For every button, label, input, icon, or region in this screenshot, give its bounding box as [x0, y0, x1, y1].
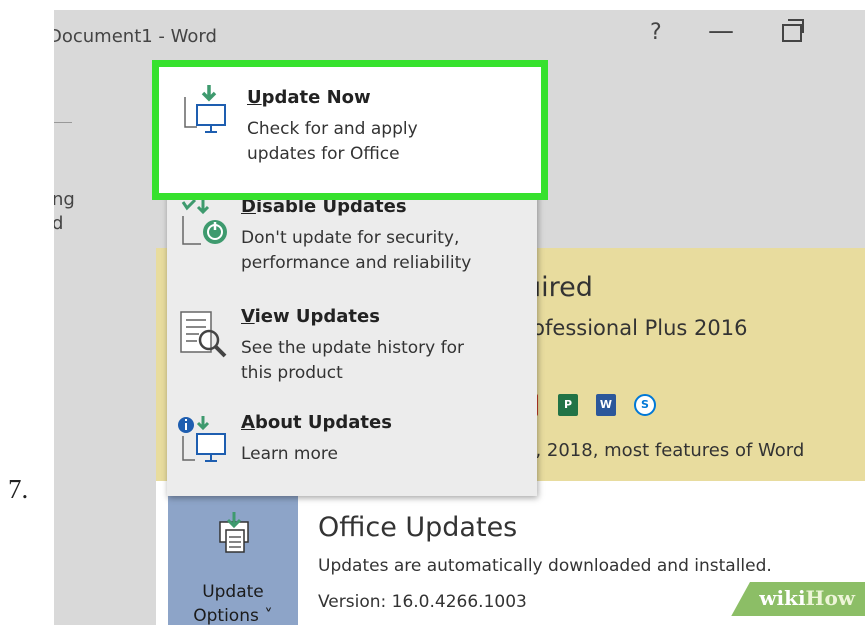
update-options-label-1: Update	[202, 582, 264, 602]
update-now-desc-line-1: Check for and apply	[247, 119, 418, 139]
about-updates-accel: A	[241, 412, 255, 433]
minimize-button[interactable]: —	[708, 16, 734, 46]
restore-button[interactable]	[782, 19, 804, 42]
view-updates-accel: V	[241, 306, 255, 327]
disable-updates-description: Don't update for security, performance a…	[241, 226, 531, 276]
window-title: Document1 - Word	[54, 26, 217, 47]
office-updates-description: Updates are automatically downloaded and…	[318, 556, 772, 576]
update-download-icon	[219, 512, 249, 553]
about-updates-title-rest: bout Updates	[254, 412, 392, 433]
skype-icon: S	[634, 394, 656, 416]
word-window: Document1 - Word ? — ng d uired rofessio…	[54, 10, 865, 625]
about-updates-title: About Updates	[241, 412, 392, 433]
about-desc-line-1: Learn more	[241, 444, 338, 464]
view-updates-icon	[180, 311, 227, 358]
menu-item-view-updates[interactable]: View Updates See the update history for …	[167, 306, 537, 412]
watermark-wiki: wiki	[759, 586, 806, 610]
update-now-title: Update Now	[247, 87, 371, 108]
clipped-line-2: d	[54, 213, 64, 234]
clipped-line-1: ng	[54, 189, 75, 210]
update-now-desc-line-2: updates for Office	[247, 144, 400, 164]
about-updates-icon	[178, 416, 226, 462]
update-now-icon	[184, 85, 226, 133]
step-number: 7.	[8, 474, 29, 504]
view-updates-title-rest: iew Updates	[254, 306, 380, 327]
clipped-side-text: ng d	[54, 188, 75, 236]
help-button[interactable]: ?	[650, 20, 662, 45]
license-date-text: 5, 2018, most features of Word	[524, 440, 805, 461]
office-version: Version: 16.0.4266.1003	[318, 592, 527, 612]
disable-desc-line-2: performance and reliability	[241, 253, 472, 273]
disable-desc-line-1: Don't update for security,	[241, 228, 460, 248]
back-arrow-line[interactable]	[54, 122, 72, 123]
view-updates-description: See the update history for this product	[241, 336, 531, 386]
menu-item-update-now[interactable]: Update Now Check for and apply updates f…	[152, 60, 548, 200]
watermark-how: How	[805, 586, 855, 610]
word-icon: W	[596, 394, 616, 416]
view-desc-line-2: this product	[241, 363, 343, 383]
menu-item-about-updates[interactable]: About Updates Learn more	[167, 412, 537, 518]
wikihow-watermark: wikiHow	[731, 582, 865, 616]
menu-item-disable-updates[interactable]: Disable Updates Don't update for securit…	[167, 196, 537, 302]
about-updates-description: Learn more	[241, 442, 531, 467]
view-desc-line-1: See the update history for	[241, 338, 464, 358]
update-options-menu: Disable Updates Don't update for securit…	[167, 160, 537, 496]
update-now-accel: U	[247, 87, 262, 108]
view-updates-title: View Updates	[241, 306, 380, 327]
disable-updates-icon	[181, 200, 227, 245]
update-now-description: Check for and apply updates for Office	[247, 117, 537, 167]
publisher-icon: P	[558, 394, 578, 416]
update-now-title-rest: pdate Now	[261, 87, 371, 108]
update-options-label-2: Options ˅	[193, 606, 273, 625]
license-product: rofessional Plus 2016	[524, 316, 748, 340]
